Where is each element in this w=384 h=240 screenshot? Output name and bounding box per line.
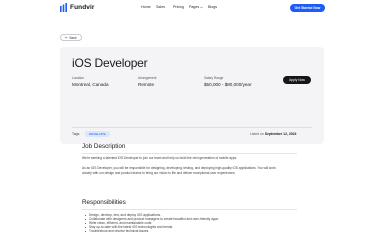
back-label: Back bbox=[69, 35, 77, 40]
job-summary-card: iOS Developer Location Montreal, Canada … bbox=[60, 47, 324, 144]
apply-now-button[interactable]: Apply Now bbox=[283, 76, 311, 84]
nav-pages-label: Pages bbox=[189, 5, 200, 9]
section-divider bbox=[82, 153, 297, 154]
nav-blogs-label: Blogs bbox=[208, 5, 217, 9]
meta-location-value: Montreal, Canada bbox=[72, 82, 109, 87]
listed-date: Listed on September 12, 2024 bbox=[250, 132, 296, 136]
list-item: Troubleshoot and resolve technical issue… bbox=[85, 229, 219, 233]
nav-pricing-label: Pricing bbox=[173, 5, 184, 9]
nav-home[interactable]: Home bbox=[141, 5, 151, 9]
nav-pages[interactable]: Pages bbox=[189, 5, 204, 9]
description-paragraph-1: We're seeking a talented iOS Developer t… bbox=[82, 156, 238, 160]
meta-arrangement: Arrangement Remote bbox=[138, 76, 156, 87]
logo-text: Fundvir bbox=[70, 4, 95, 11]
get-started-button[interactable]: Get Started Now bbox=[290, 4, 325, 12]
responsibilities-title: Responsibilities bbox=[82, 199, 126, 206]
arrow-left-icon bbox=[65, 35, 69, 40]
nav-sales[interactable]: Sales bbox=[156, 5, 165, 9]
job-title: iOS Developer bbox=[72, 56, 148, 70]
responsibilities-list: Design, develop, test, and deploy iOS ap… bbox=[85, 213, 219, 233]
nav-blogs[interactable]: Blogs bbox=[208, 5, 217, 9]
section-divider bbox=[82, 209, 297, 210]
back-button[interactable]: Back bbox=[60, 34, 82, 41]
logo[interactable]: Fundvir bbox=[60, 3, 95, 12]
meta-arrangement-value: Remote bbox=[138, 82, 155, 87]
nav-sales-label: Sales bbox=[156, 5, 165, 9]
listed-date-value: September 12, 2024 bbox=[264, 132, 297, 136]
card-divider bbox=[72, 127, 312, 128]
chevron-down-icon bbox=[200, 6, 204, 9]
meta-salary-label: Salary Range bbox=[204, 76, 224, 80]
nav-home-label: Home bbox=[141, 5, 151, 9]
nav-pricing[interactable]: Pricing bbox=[173, 5, 184, 9]
meta-salary: Salary Range $50,000 - $80,000/year bbox=[204, 76, 252, 87]
meta-location: Location Montreal, Canada bbox=[72, 76, 109, 87]
job-description-title: Job Description bbox=[82, 143, 126, 150]
listed-prefix: Listed on bbox=[250, 132, 264, 136]
meta-salary-value: $50,000 - $80,000/year bbox=[204, 82, 252, 87]
tag-badge[interactable]: DEVELOPE bbox=[85, 131, 110, 137]
description-paragraph-2: As an iOS Developer, you will be respons… bbox=[82, 166, 276, 175]
meta-arrangement-label: Arrangement bbox=[138, 76, 157, 80]
site-header: Fundvir Home Sales Pricing Pages Blogs G… bbox=[0, 0, 384, 16]
logo-icon bbox=[60, 3, 67, 12]
meta-location-label: Location bbox=[72, 76, 85, 80]
tags-label: Tags: bbox=[72, 132, 81, 136]
